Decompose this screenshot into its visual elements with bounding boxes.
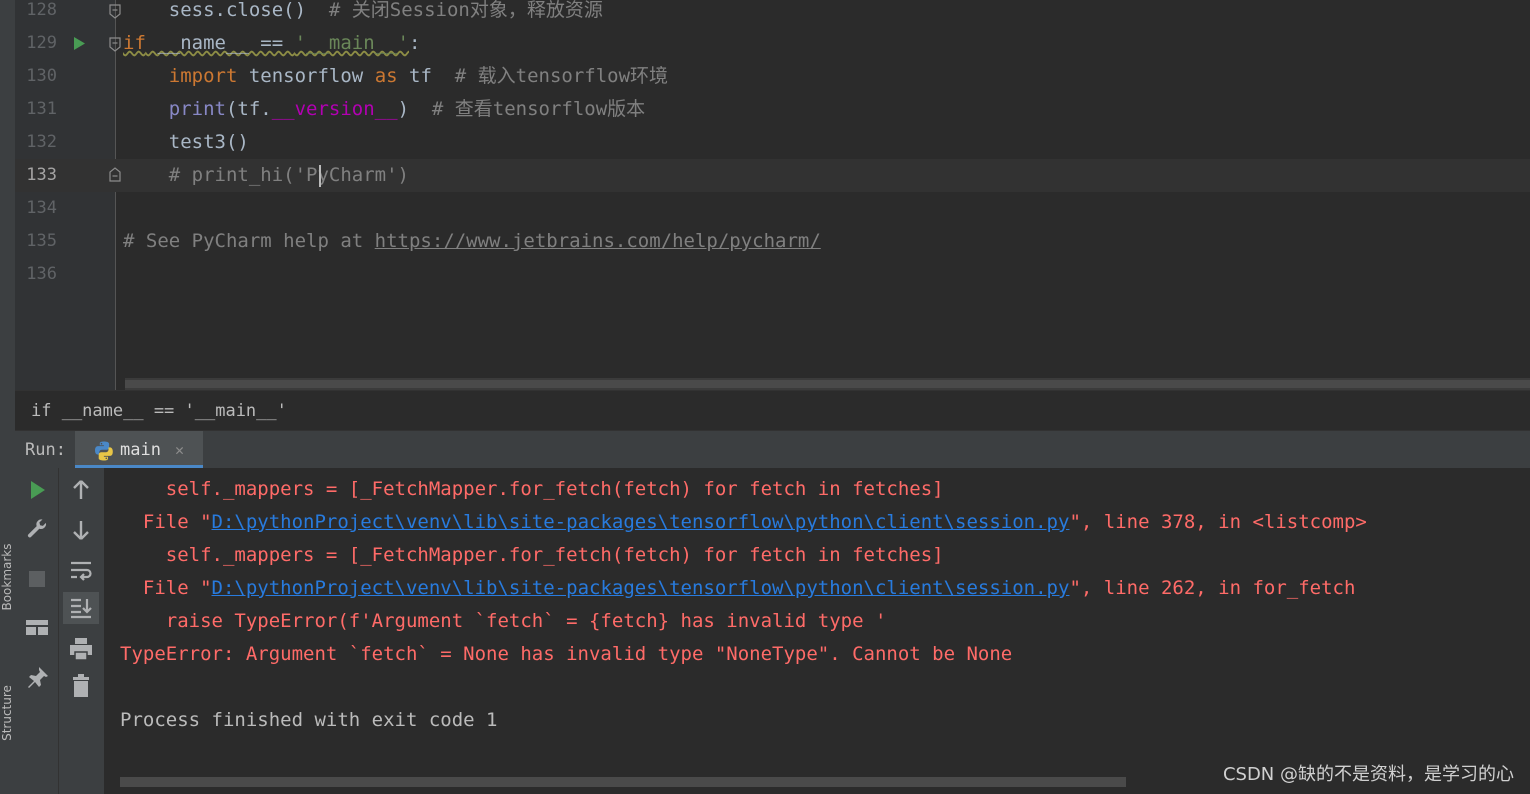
stop-icon[interactable] xyxy=(23,565,51,593)
run-tab-main[interactable]: main ✕ xyxy=(75,431,203,469)
console-horizontal-scrollbar[interactable] xyxy=(120,777,1126,787)
console-line: raise TypeError(f'Argument `fetch` = {fe… xyxy=(120,610,887,632)
traceback-file-link[interactable]: D:\pythonProject\venv\lib\site-packages\… xyxy=(212,511,1070,533)
soft-wrap-icon[interactable] xyxy=(67,556,95,584)
editor-line[interactable]: 129 if __name__ == '__main__': xyxy=(15,27,1530,60)
arrow-up-icon[interactable] xyxy=(67,476,95,504)
editor-line[interactable]: 128 sess.close() # 关闭Session对象，释放资源 xyxy=(15,0,1530,27)
run-tab-label: main xyxy=(120,440,161,460)
editor-line[interactable]: 132 test3() xyxy=(15,126,1530,159)
code-text: if __name__ == '__main__': xyxy=(123,32,421,54)
line-number[interactable]: 133 xyxy=(15,159,57,192)
editor-line[interactable]: 134 xyxy=(15,192,1530,225)
watermark: CSDN @缺的不是资料，是学习的心 xyxy=(1222,764,1514,785)
wrench-icon[interactable] xyxy=(23,515,51,543)
pin-icon[interactable] xyxy=(23,664,51,692)
line-number[interactable]: 128 xyxy=(15,0,57,27)
arrow-down-icon[interactable] xyxy=(67,516,95,544)
editor-scrollbar-thumb[interactable] xyxy=(125,380,1530,388)
code-text: import tensorflow as tf # 载入tensorflow环境 xyxy=(168,65,669,87)
code-text: sess.close() # 关闭Session对象，释放资源 xyxy=(123,0,603,21)
run-tool-window-header: Run: main ✕ xyxy=(15,430,1530,469)
fold-end-marker-icon[interactable] xyxy=(107,159,123,203)
trash-icon[interactable] xyxy=(67,672,95,700)
run-console-output[interactable]: self._mappers = [_FetchMapper.for_fetch(… xyxy=(104,468,1530,794)
scroll-to-end-toggle[interactable] xyxy=(63,592,99,624)
run-icon[interactable] xyxy=(23,476,51,504)
line-number[interactable]: 131 xyxy=(15,93,57,126)
editor-line[interactable]: 130 import tensorflow as tf # 载入tensorfl… xyxy=(15,60,1530,93)
run-label: Run: xyxy=(25,440,66,460)
console-line: Process finished with exit code 1 xyxy=(120,709,498,731)
print-icon[interactable] xyxy=(67,635,95,663)
editor-line[interactable]: 136 xyxy=(15,258,1530,291)
editor-line[interactable]: 131 print(tf.__version__) # 查看tensorflow… xyxy=(15,93,1530,126)
line-number[interactable]: 134 xyxy=(15,192,57,225)
console-line: self._mappers = [_FetchMapper.for_fetch(… xyxy=(120,544,944,566)
run-gutter-icon[interactable] xyxy=(71,27,87,71)
code-text: # See PyCharm help at https://www.jetbra… xyxy=(123,230,821,252)
bookmarks-tab[interactable]: Bookmarks xyxy=(0,532,14,622)
editor-line[interactable]: 135 # See PyCharm help at https://www.jet… xyxy=(15,225,1530,258)
console-line: self._mappers = [_FetchMapper.for_fetch(… xyxy=(120,478,944,500)
line-number[interactable]: 135 xyxy=(15,225,57,258)
console-line: TypeError: Argument `fetch` = None has i… xyxy=(120,643,1013,665)
breadcrumb-item[interactable]: if __name__ == '__main__' xyxy=(31,391,287,431)
layout-icon[interactable] xyxy=(23,614,51,642)
editor-horizontal-scrollbar[interactable] xyxy=(125,378,1530,390)
code-editor[interactable]: 128 sess.close() # 关闭Session对象，释放资源 129 if… xyxy=(15,0,1530,390)
python-icon xyxy=(95,441,113,461)
line-number[interactable]: 136 xyxy=(15,258,57,291)
structure-tab[interactable]: Structure xyxy=(0,668,14,758)
close-icon[interactable]: ✕ xyxy=(175,431,184,469)
run-toolbar-right xyxy=(58,468,105,794)
scroll-to-end-icon[interactable] xyxy=(67,594,95,622)
line-number[interactable]: 129 xyxy=(15,27,57,60)
traceback-file-link[interactable]: D:\pythonProject\venv\lib\site-packages\… xyxy=(212,577,1070,599)
code-text: # print_hi('PyCharm') xyxy=(123,164,409,186)
text-caret xyxy=(319,165,321,187)
editor-line[interactable]: 133 # print_hi('PyCharm') xyxy=(15,159,1530,192)
run-toolbar-left xyxy=(15,468,58,794)
console-line: File "D:\pythonProject\venv\lib\site-pac… xyxy=(120,577,1356,599)
line-number[interactable]: 130 xyxy=(15,60,57,93)
fold-marker-icon[interactable] xyxy=(107,27,123,71)
line-number[interactable]: 132 xyxy=(15,126,57,159)
code-text: test3() xyxy=(123,131,249,153)
left-tool-strip: Bookmarks Structure xyxy=(0,0,15,794)
console-line: File "D:\pythonProject\venv\lib\site-pac… xyxy=(120,511,1367,533)
breadcrumb[interactable]: if __name__ == '__main__' xyxy=(15,390,1530,431)
code-text: print(tf.__version__) # 查看tensorflow版本 xyxy=(168,98,646,120)
